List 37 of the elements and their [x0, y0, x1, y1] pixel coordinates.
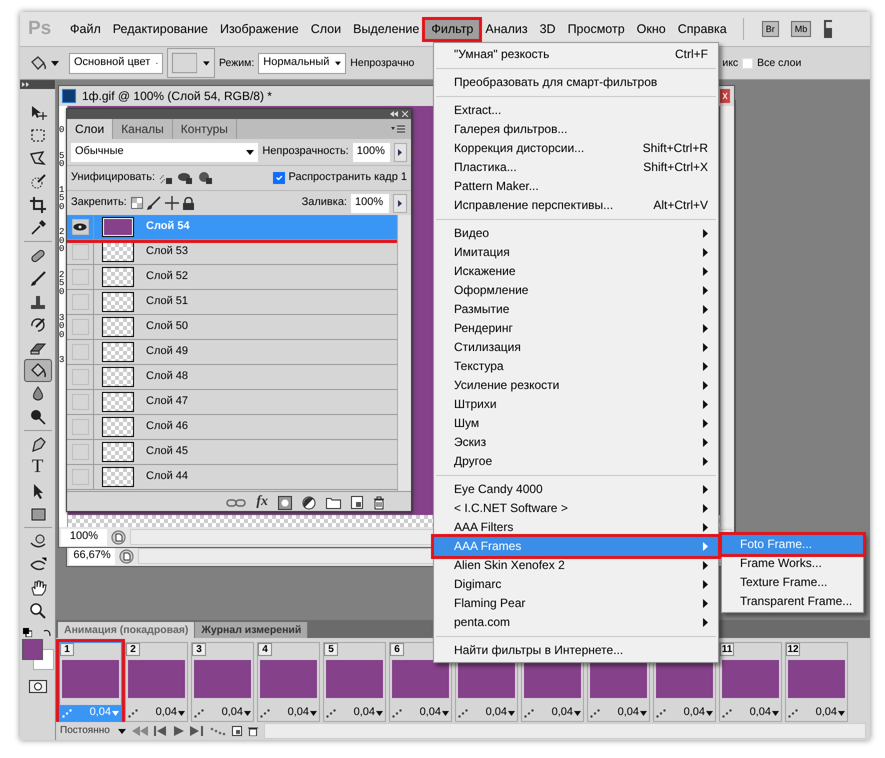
lock-label: Закрепить: — [71, 196, 127, 210]
frame-number: 11 — [720, 643, 734, 656]
layer-name: Слой 50 — [146, 320, 188, 334]
ruler-label: 300 — [59, 314, 64, 340]
contiguous-label: икс — [722, 56, 738, 70]
ruler-label: 200 — [59, 228, 64, 254]
layer-name: Слой 45 — [146, 445, 188, 459]
layer-name: Слой 52 — [146, 270, 188, 284]
layer-name: Слой 54 — [146, 220, 190, 234]
ruler-label: 50 — [59, 152, 64, 169]
layer-name: Слой 49 — [146, 345, 188, 359]
opacity-label: Непрозрачно — [350, 56, 414, 70]
layer-name: Слой 51 — [146, 295, 188, 309]
frame-number: 1 — [60, 643, 74, 656]
app-logo: Ps — [28, 18, 52, 40]
layer-name: Слой 46 — [146, 420, 188, 434]
ruler-label: 3 — [59, 356, 64, 365]
layer-name: Слой 47 — [146, 395, 188, 409]
frame-number: 12 — [786, 643, 800, 656]
propagate-label: Распространить кадр 1 — [288, 171, 407, 185]
all-layers-label: Все слои — [757, 56, 802, 70]
frame-number: 2 — [126, 643, 140, 656]
ruler-label: 250 — [59, 270, 64, 297]
layer-name: Слой 48 — [146, 370, 188, 384]
ruler-label: 150 — [59, 186, 64, 212]
unify-label: Унифицировать: — [71, 171, 156, 185]
document-title: 1ф.gif @ 100% (Слой 54, RGB/8) * — [82, 88, 272, 104]
ruler-label: 0 — [59, 126, 64, 135]
frame-number: 4 — [258, 643, 272, 656]
layer-name: Слой 53 — [146, 245, 188, 259]
fill-label: Заливка: — [302, 196, 347, 210]
frame-number: 6 — [390, 643, 404, 656]
frame-number: 3 — [192, 643, 206, 656]
layer-name: Слой 44 — [146, 470, 188, 484]
opacity-label: Непрозрачность: — [262, 145, 349, 159]
frame-number: 5 — [324, 643, 338, 656]
mode-label: Режим: — [219, 56, 254, 70]
